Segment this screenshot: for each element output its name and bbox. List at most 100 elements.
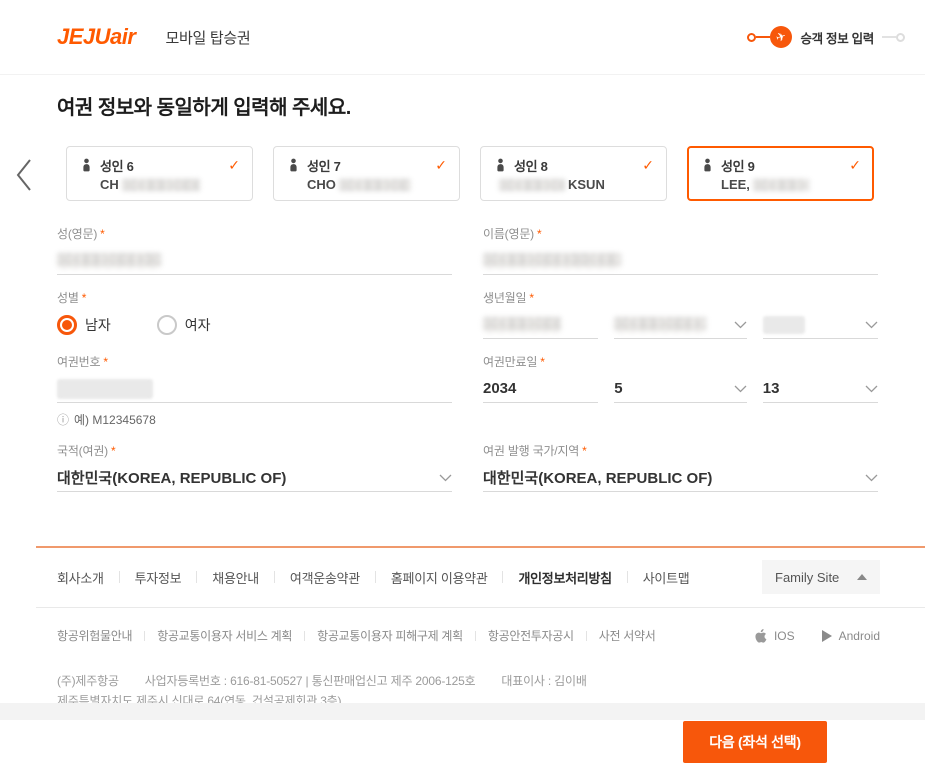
person-icon bbox=[497, 158, 504, 172]
passenger-card-adult8[interactable]: 성인 8 ✓ KSUN bbox=[480, 146, 667, 201]
airplane-icon: ✈ bbox=[770, 26, 793, 48]
footer-link-privacy[interactable]: 개인정보처리방침 bbox=[518, 568, 612, 587]
play-store-icon bbox=[821, 629, 832, 642]
footer-link-sitemap[interactable]: 사이트맵 bbox=[643, 568, 690, 587]
passenger-cards: 성인 6 ✓ CH 성인 7 ✓ CHO 성인 8 ✓ KSUN 성인 9 ✓ … bbox=[66, 146, 925, 201]
footer-link-investor[interactable]: 투자정보 bbox=[135, 568, 182, 587]
company-info-line1: (주)제주항공 사업자등록번호 : 616-81-50527 | 통신판매업신고 … bbox=[57, 671, 880, 691]
header: JEJUair 모바일 탑승권 ✈ 승객 정보 입력 bbox=[0, 0, 925, 75]
nationality-select[interactable]: 대한민국(KOREA, REPUBLIC OF) bbox=[57, 464, 452, 492]
expiry-day-select[interactable]: 13 bbox=[762, 375, 878, 403]
footer-secondary-links: 항공위험물안내 항공교통이용자 서비스 계획 항공교통이용자 피해구제 계획 항… bbox=[57, 627, 880, 644]
last-name-label: 성(영문) * bbox=[57, 227, 105, 241]
android-app-link[interactable]: Android bbox=[821, 629, 880, 643]
passenger-type-label: 성인 6 bbox=[100, 159, 134, 174]
divider bbox=[196, 571, 198, 583]
birth-date-label: 생년월일 * bbox=[483, 291, 534, 305]
ios-app-link[interactable]: IOS bbox=[754, 628, 795, 644]
footer-link-safety-disclosure[interactable]: 항공안전투자공시 bbox=[488, 627, 574, 644]
issue-country-field: 여권 발행 국가/지역 * 대한민국(KOREA, REPUBLIC OF) bbox=[483, 442, 878, 492]
check-icon: ✓ bbox=[849, 157, 861, 173]
footer-link-company[interactable]: 회사소개 bbox=[57, 568, 104, 587]
gender-option-male-label: 남자 bbox=[85, 317, 111, 333]
divider bbox=[502, 571, 504, 583]
first-name-field: 이름(영문) * bbox=[483, 225, 878, 275]
gender-option-male[interactable]: 남자 bbox=[57, 315, 111, 335]
passenger-type-label: 성인 8 bbox=[514, 159, 548, 174]
passenger-type-label: 성인 7 bbox=[307, 159, 341, 174]
passport-expiry-label: 여권만료일 * bbox=[483, 355, 545, 369]
passenger-name: CH bbox=[100, 177, 240, 192]
bottom-button-row: 다음 (좌석 선택) bbox=[0, 720, 925, 767]
footer-link-damage-relief[interactable]: 항공교통이용자 피해구제 계획 bbox=[317, 627, 463, 644]
jejuair-logo[interactable]: JEJUair bbox=[57, 24, 136, 50]
birth-day-select[interactable] bbox=[762, 311, 878, 339]
passenger-type-label: 성인 9 bbox=[721, 159, 755, 174]
birth-month-select[interactable] bbox=[614, 311, 747, 339]
family-site-label: Family Site bbox=[775, 569, 840, 585]
footer-divider bbox=[36, 607, 925, 608]
gender-option-female[interactable]: 여자 bbox=[156, 315, 211, 335]
check-icon: ✓ bbox=[228, 157, 240, 173]
bottom-gray-strip bbox=[0, 703, 925, 720]
gender-field: 성별 * 남자 여자 bbox=[57, 289, 452, 339]
progress-indicator: ✈ 승객 정보 입력 bbox=[747, 26, 905, 48]
divider bbox=[585, 630, 587, 641]
company-name: (주)제주항공 bbox=[57, 674, 119, 688]
footer-link-pledge[interactable]: 사전 서약서 bbox=[599, 627, 656, 644]
passport-number-label: 여권번호 * bbox=[57, 355, 108, 369]
radio-selected-icon bbox=[57, 315, 77, 335]
gender-option-female-label: 여자 bbox=[184, 317, 211, 333]
progress-step-next-dot bbox=[896, 32, 905, 42]
redacted-value bbox=[57, 253, 161, 268]
footer-link-careers[interactable]: 채용안내 bbox=[212, 568, 259, 587]
chevron-down-icon bbox=[439, 474, 452, 481]
passenger-info-form: 성(영문) * 이름(영문) * 성별 * 남자 여자 생년월일 * 여권번호 … bbox=[57, 225, 878, 492]
footer-link-carriage-terms[interactable]: 여객운송약관 bbox=[290, 568, 360, 587]
divider bbox=[474, 630, 476, 641]
page-heading: 여권 정보와 동일하게 입력해 주세요. bbox=[57, 97, 351, 119]
gender-radio-group: 남자 여자 bbox=[57, 311, 452, 339]
redacted-value bbox=[614, 317, 707, 332]
person-icon bbox=[704, 158, 711, 172]
android-label: Android bbox=[838, 628, 880, 643]
passenger-card-adult7[interactable]: 성인 7 ✓ CHO bbox=[273, 146, 460, 201]
footer-link-service-plan[interactable]: 항공교통이용자 서비스 계획 bbox=[157, 627, 292, 644]
next-seat-selection-button[interactable]: 다음 (좌석 선택) bbox=[683, 721, 827, 763]
footer-link-dangerous-goods[interactable]: 항공위험물안내 bbox=[57, 627, 132, 644]
divider bbox=[144, 630, 146, 641]
check-icon: ✓ bbox=[435, 157, 447, 173]
expiry-month-select[interactable]: 5 bbox=[614, 375, 747, 403]
divider bbox=[304, 630, 306, 641]
passport-number-input[interactable] bbox=[57, 375, 452, 403]
first-name-input[interactable] bbox=[483, 247, 878, 275]
expiry-year-input[interactable]: 2034 bbox=[483, 375, 599, 403]
progress-step-done-dot bbox=[747, 32, 757, 42]
family-site-dropdown[interactable]: Family Site bbox=[762, 560, 880, 594]
person-icon bbox=[83, 158, 90, 172]
birth-year-input[interactable] bbox=[483, 311, 599, 339]
check-icon: ✓ bbox=[642, 157, 654, 173]
caret-up-icon bbox=[857, 574, 867, 580]
passenger-carousel: 성인 6 ✓ CH 성인 7 ✓ CHO 성인 8 ✓ KSUN 성인 9 ✓ … bbox=[0, 146, 925, 203]
issue-country-select[interactable]: 대한민국(KOREA, REPUBLIC OF) bbox=[483, 464, 878, 492]
redacted-name bbox=[338, 178, 411, 191]
company-registration: 사업자등록번호 : 616-81-50527 | 통신판매업신고 제주 2006… bbox=[144, 674, 476, 688]
bottom-bar: 다음 (좌석 선택) bbox=[0, 703, 925, 767]
divider bbox=[626, 571, 628, 583]
apple-icon bbox=[755, 628, 767, 643]
first-name-label: 이름(영문) * bbox=[483, 227, 542, 241]
gender-label: 성별 * bbox=[57, 291, 87, 305]
redacted-name bbox=[499, 178, 565, 191]
passenger-name: KSUN bbox=[499, 177, 654, 192]
page-title: 모바일 탑승권 bbox=[165, 29, 251, 47]
birth-date-field: 생년월일 * bbox=[483, 289, 878, 339]
chevron-left-icon[interactable] bbox=[16, 158, 32, 197]
footer-link-site-terms[interactable]: 홈페이지 이용약관 bbox=[391, 568, 488, 587]
radio-unselected-icon bbox=[156, 315, 177, 335]
passenger-card-adult6[interactable]: 성인 6 ✓ CH bbox=[66, 146, 253, 201]
divider bbox=[118, 571, 120, 583]
ios-label: IOS bbox=[773, 628, 795, 643]
last-name-input[interactable] bbox=[57, 247, 452, 275]
passenger-card-adult9-selected[interactable]: 성인 9 ✓ LEE, bbox=[687, 146, 874, 201]
